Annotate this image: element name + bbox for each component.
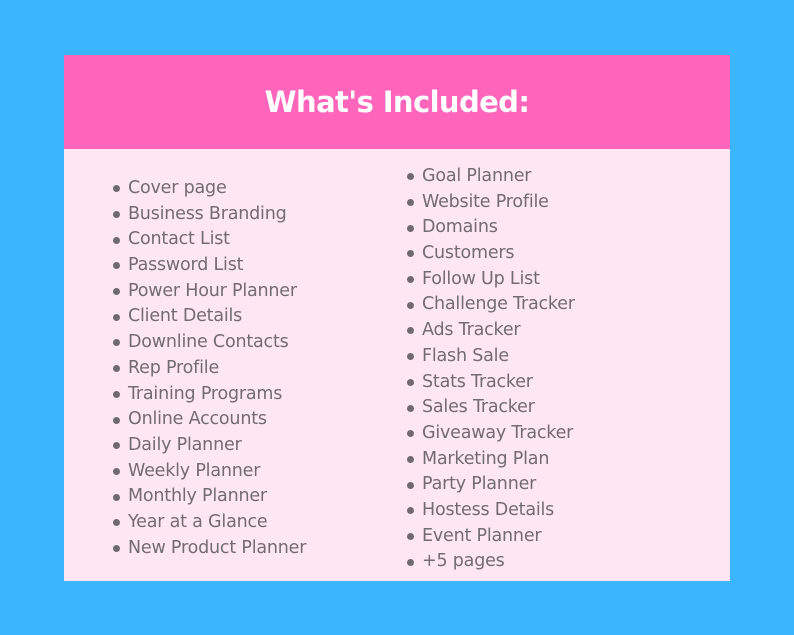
list-item-label: Marketing Plan [422, 448, 550, 469]
bullet-icon [113, 339, 120, 347]
list-item-label: Event Planner [422, 525, 542, 546]
bullet-icon [407, 199, 414, 207]
list-item-label: Ads Tracker [422, 320, 521, 341]
list-item: Goal Planner [405, 164, 575, 190]
list-item-label: Stats Tracker [422, 371, 533, 392]
list-item: Cover page [111, 176, 306, 202]
bullet-icon [407, 404, 414, 412]
bullet-icon [407, 532, 414, 540]
bullet-icon [113, 416, 120, 424]
list-item-label: Contact List [128, 229, 230, 250]
bullet-icon [113, 467, 120, 475]
list-item-label: Giveaway Tracker [422, 422, 574, 443]
list-item: Follow Up List [405, 267, 575, 293]
list-item-label: Power Hour Planner [128, 280, 297, 301]
list-item-label: Training Programs [128, 383, 283, 404]
bullet-icon [407, 507, 414, 515]
list-item-label: Sales Tracker [422, 397, 535, 418]
list-item: Contact List [111, 227, 306, 253]
list-item-label: Password List [128, 255, 244, 276]
bullet-icon [113, 288, 120, 296]
list-item: Client Details [111, 304, 306, 330]
bullet-icon [407, 173, 414, 181]
list-item: Domains [405, 215, 575, 241]
bullet-icon [407, 353, 414, 361]
list-item: Online Accounts [111, 407, 306, 433]
bullet-icon [113, 442, 120, 450]
list-item-label: Client Details [128, 306, 243, 327]
list-item: Sales Tracker [405, 395, 575, 421]
bullet-icon [407, 378, 414, 386]
bullet-icon [407, 301, 414, 309]
bullet-icon [407, 224, 414, 232]
included-card: What's Included: Cover page Business Bra… [64, 55, 730, 581]
bullet-icon [113, 365, 120, 373]
bullet-icon [407, 250, 414, 258]
list-item-label: Website Profile [422, 191, 549, 212]
list-item: Daily Planner [111, 433, 306, 459]
list-item-label: Year at a Glance [128, 511, 268, 532]
list-item-label: Rep Profile [128, 357, 220, 378]
bullet-icon [407, 327, 414, 335]
list-item: Rep Profile [111, 356, 306, 382]
list-item: Year at a Glance [111, 510, 306, 536]
list-item: Password List [111, 253, 306, 279]
list-item-label: Cover page [128, 178, 227, 198]
list-item: Party Planner [405, 472, 575, 498]
list-item-label: Business Branding [128, 203, 287, 224]
list-item-label: Goal Planner [422, 166, 532, 186]
list-item-label: Weekly Planner [128, 460, 261, 481]
bullet-icon [113, 390, 120, 398]
list-item-label: +5 pages [422, 551, 505, 572]
included-list-left: Cover page Business Branding Contact Lis… [111, 176, 306, 561]
bullet-icon [407, 455, 414, 463]
list-item: Giveaway Tracker [405, 421, 575, 447]
list-item: Stats Tracker [405, 370, 575, 396]
list-item: Power Hour Planner [111, 279, 306, 305]
list-item: Customers [405, 241, 575, 267]
bullet-icon [113, 236, 120, 244]
list-item-label: Hostess Details [422, 499, 555, 520]
list-item: Ads Tracker [405, 318, 575, 344]
bullet-icon [407, 430, 414, 438]
list-item-label: Daily Planner [128, 434, 242, 455]
bullet-icon [407, 481, 414, 489]
bullet-icon [407, 558, 414, 566]
bullet-icon [113, 313, 120, 321]
list-item: New Product Planner [111, 536, 306, 562]
list-item: Flash Sale [405, 344, 575, 370]
list-item-label: Monthly Planner [128, 486, 267, 507]
page-title: What's Included: [264, 85, 530, 119]
list-item-label: Online Accounts [128, 409, 267, 430]
bullet-icon [113, 493, 120, 501]
list-item: Business Branding [111, 202, 306, 228]
list-item-label: Follow Up List [422, 268, 540, 289]
bullet-icon [407, 276, 414, 284]
list-item-label: New Product Planner [128, 537, 307, 558]
list-item-label: Challenge Tracker [422, 294, 575, 315]
list-item: Monthly Planner [111, 484, 306, 510]
list-item: Marketing Plan [405, 447, 575, 473]
card-header: What's Included: [64, 55, 730, 149]
list-item: Hostess Details [405, 498, 575, 524]
list-item: Downline Contacts [111, 330, 306, 356]
list-item-label: Domains [422, 217, 498, 238]
list-item: Weekly Planner [111, 459, 306, 485]
list-item-label: Party Planner [422, 474, 537, 495]
bullet-icon [113, 262, 120, 270]
list-item: +5 pages [405, 549, 575, 575]
bullet-icon [113, 185, 120, 193]
list-item: Challenge Tracker [405, 292, 575, 318]
list-item-label: Downline Contacts [128, 332, 289, 353]
list-item-label: Flash Sale [422, 345, 509, 366]
list-item: Website Profile [405, 190, 575, 216]
list-item-label: Customers [422, 243, 515, 264]
bullet-icon [113, 519, 120, 527]
bullet-icon [113, 211, 120, 219]
list-item: Training Programs [111, 382, 306, 408]
bullet-icon [113, 544, 120, 552]
included-list-right: Goal Planner Website Profile Domains Cus… [405, 164, 575, 575]
list-item: Event Planner [405, 524, 575, 550]
